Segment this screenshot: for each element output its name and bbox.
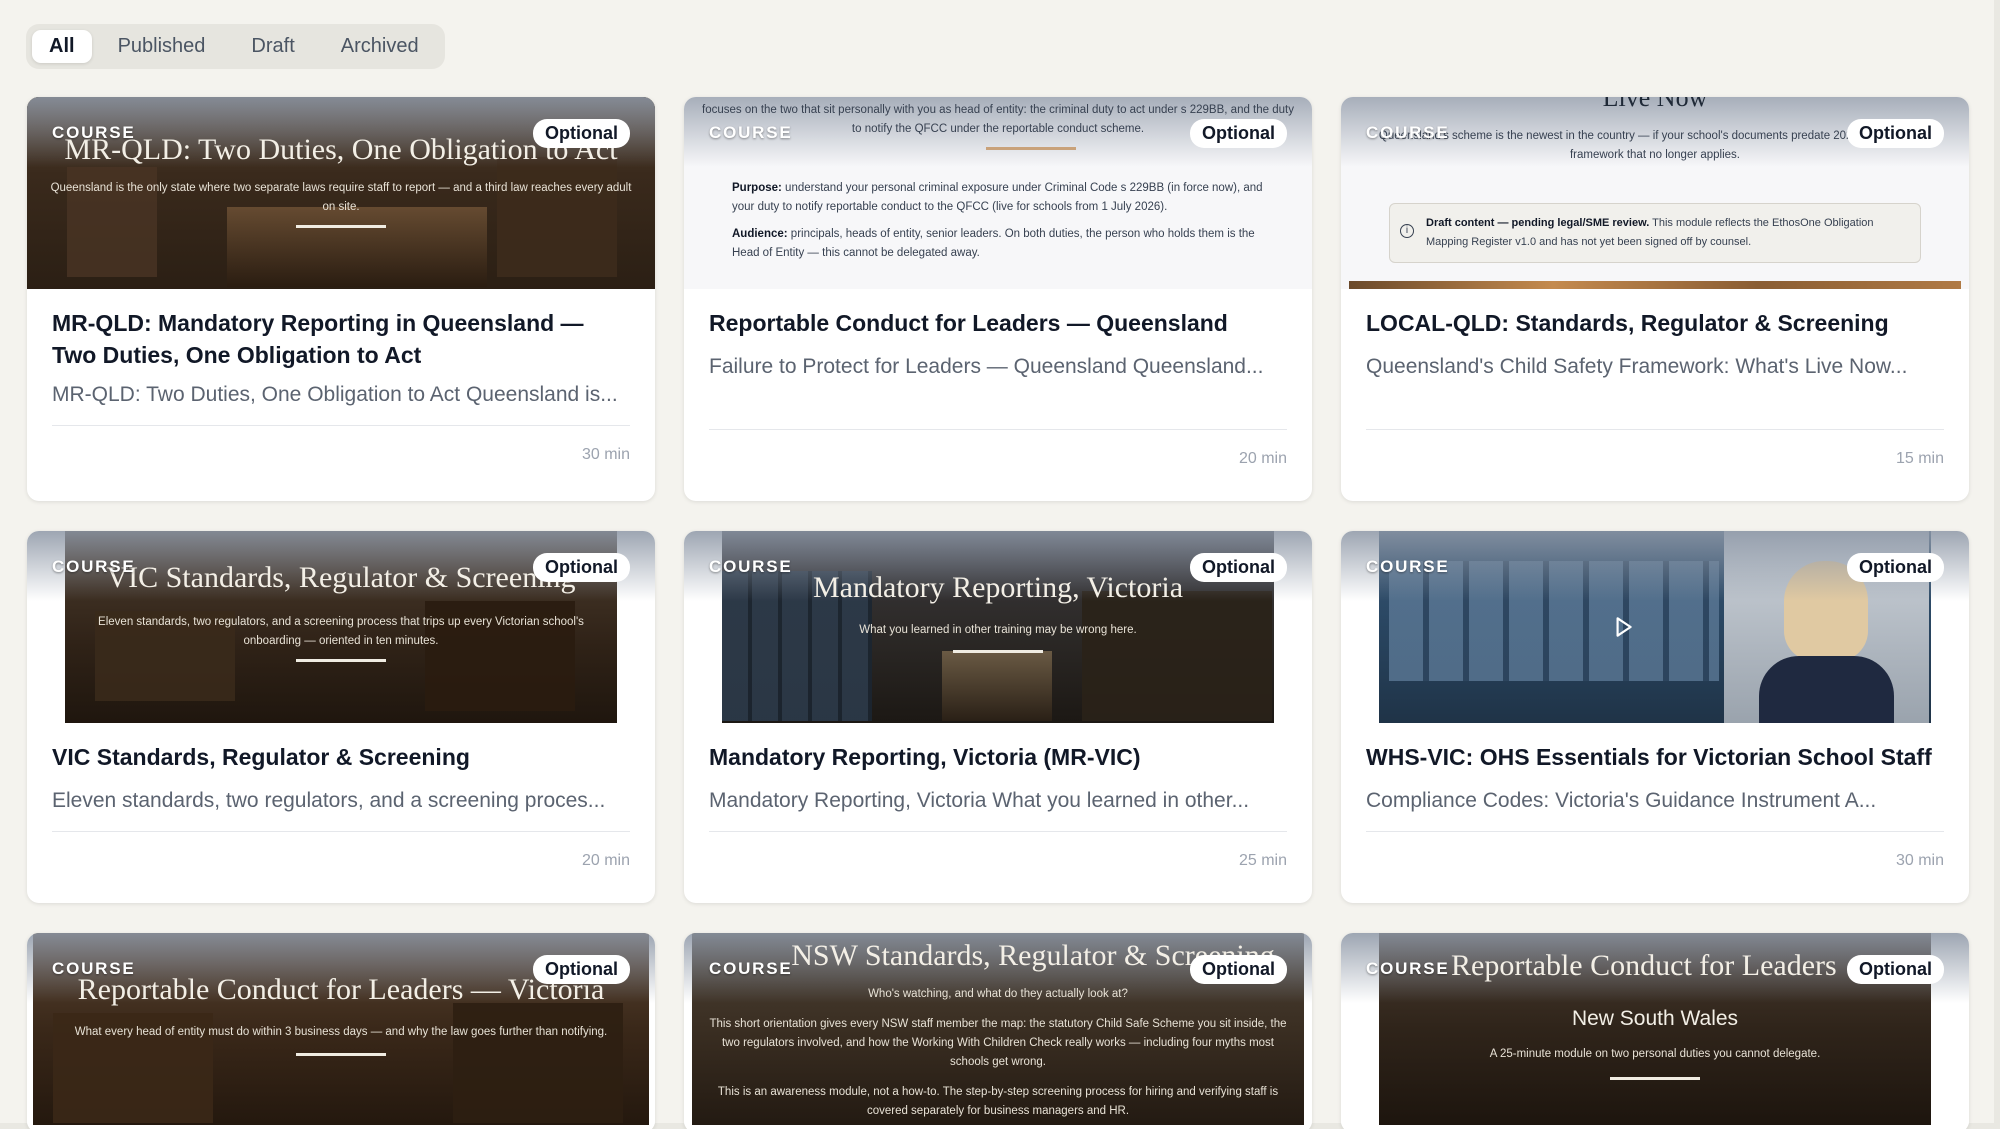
course-thumbnail: Live Now Queensland's scheme is the newe… <box>1341 97 1969 289</box>
course-type-label: COURSE <box>1366 557 1450 576</box>
card-divider <box>709 429 1287 430</box>
slide-subtitle: A 25-minute module on two personal dutie… <box>1489 1048 1821 1060</box>
course-thumbnail: MR-QLD: Two Duties, One Obligation to Ac… <box>27 97 655 289</box>
slide-subtitle: What you learned in other training may b… <box>859 624 1137 636</box>
course-duration: 30 min <box>1895 852 1944 869</box>
course-description: Compliance Codes: Victoria's Guidance In… <box>1366 789 1877 812</box>
course-duration: 15 min <box>1895 450 1944 467</box>
info-icon: i <box>1400 224 1414 238</box>
course-title[interactable]: VIC Standards, Regulator & Screening <box>52 741 630 773</box>
tab-draft[interactable]: Draft <box>231 30 314 63</box>
course-card[interactable]: COURSE Optional WHS-VIC: OHS Essentials … <box>1341 531 1969 903</box>
course-type-label: COURSE <box>709 123 793 142</box>
course-title[interactable]: Reportable Conduct for Leaders — Queensl… <box>709 307 1287 339</box>
course-thumbnail: VIC Standards, Regulator & Screening Ele… <box>27 531 655 723</box>
course-duration: 20 min <box>581 852 630 869</box>
course-type-label: COURSE <box>1366 123 1450 142</box>
slide-body-text: This is an awareness module, not a how-t… <box>717 1086 1279 1117</box>
course-card[interactable]: MR-QLD: Two Duties, One Obligation to Ac… <box>27 97 655 501</box>
course-card[interactable]: focuses on the two that sit personally w… <box>684 97 1312 501</box>
course-video-thumbnail[interactable]: COURSE Optional <box>1341 531 1969 723</box>
course-card[interactable]: NSW Standards, Regulator & Screening Who… <box>684 933 1312 1129</box>
tab-published[interactable]: Published <box>98 30 226 63</box>
course-description: MR-QLD: Two Duties, One Obligation to Ac… <box>52 383 618 406</box>
course-card[interactable]: Live Now Queensland's scheme is the newe… <box>1341 97 1969 501</box>
course-duration: 20 min <box>1238 450 1287 467</box>
course-card[interactable]: Reportable Conduct for Leaders — Victori… <box>27 933 655 1129</box>
optional-badge: Optional <box>1190 955 1287 984</box>
status-filter-tabs: All Published Draft Archived <box>26 24 445 69</box>
slide-subtitle: Who's watching, and what do they actuall… <box>868 988 1128 1000</box>
course-card[interactable]: Mandatory Reporting, Victoria What you l… <box>684 531 1312 903</box>
course-type-label: COURSE <box>1366 959 1450 978</box>
course-description: Queensland's Child Safety Framework: Wha… <box>1366 355 1908 378</box>
course-type-label: COURSE <box>52 123 136 142</box>
card-divider <box>1366 429 1944 430</box>
card-divider <box>52 425 630 426</box>
page-frame: All Published Draft Archived MR-QLD: Two… <box>0 0 2000 1129</box>
course-title[interactable]: Mandatory Reporting, Victoria (MR-VIC) <box>709 741 1287 773</box>
optional-badge: Optional <box>533 119 630 148</box>
course-thumbnail: Mandatory Reporting, Victoria What you l… <box>684 531 1312 723</box>
optional-badge: Optional <box>1190 553 1287 582</box>
slide-subtitle: Queensland is the only state where two s… <box>50 182 632 213</box>
doc-purpose: Purpose: understand your personal crimin… <box>732 182 1263 213</box>
optional-badge: Optional <box>533 553 630 582</box>
card-divider <box>1366 831 1944 832</box>
course-type-label: COURSE <box>709 557 793 576</box>
play-video-button[interactable] <box>1603 607 1643 647</box>
slide-title-line-2: New South Wales <box>1571 1007 1739 1030</box>
optional-badge: Optional <box>1847 955 1944 984</box>
optional-badge: Optional <box>533 955 630 984</box>
draft-notice: i Draft content — pending legal/SME revi… <box>1389 203 1921 263</box>
card-divider <box>709 831 1287 832</box>
optional-badge: Optional <box>1847 119 1944 148</box>
tab-all[interactable]: All <box>32 30 92 63</box>
course-thumbnail: focuses on the two that sit personally w… <box>684 97 1312 289</box>
course-duration: 25 min <box>1238 852 1287 869</box>
course-thumbnail: Reportable Conduct for Leaders New South… <box>1341 933 1969 1125</box>
card-divider <box>52 831 630 832</box>
optional-badge: Optional <box>1847 553 1944 582</box>
course-description: Eleven standards, two regulators, and a … <box>52 789 606 812</box>
course-description: Mandatory Reporting, Victoria What you l… <box>709 789 1250 812</box>
tab-archived[interactable]: Archived <box>321 30 439 63</box>
course-title[interactable]: WHS-VIC: OHS Essentials for Victorian Sc… <box>1366 741 1944 773</box>
course-thumbnail: NSW Standards, Regulator & Screening Who… <box>684 933 1312 1125</box>
course-description: Failure to Protect for Leaders — Queensl… <box>709 355 1264 378</box>
slide-body-text: This short orientation gives every NSW s… <box>709 1018 1287 1068</box>
course-title[interactable]: LOCAL-QLD: Standards, Regulator & Screen… <box>1366 307 1944 339</box>
slide-subtitle: Eleven standards, two regulators, and a … <box>98 616 584 647</box>
course-title[interactable]: MR-QLD: Mandatory Reporting in Queenslan… <box>52 307 630 371</box>
course-thumbnail: Reportable Conduct for Leaders — Victori… <box>27 933 655 1125</box>
slide-title: Live Now <box>1602 97 1708 112</box>
slide-subtitle: What every head of entity must do within… <box>74 1026 608 1038</box>
course-type-label: COURSE <box>709 959 793 978</box>
doc-audience: Audience: principals, heads of entity, s… <box>732 228 1255 259</box>
course-type-label: COURSE <box>52 959 136 978</box>
optional-badge: Optional <box>1190 119 1287 148</box>
course-type-label: COURSE <box>52 557 136 576</box>
course-card[interactable]: Reportable Conduct for Leaders New South… <box>1341 933 1969 1129</box>
course-duration: 30 min <box>581 446 630 463</box>
course-card[interactable]: VIC Standards, Regulator & Screening Ele… <box>27 531 655 903</box>
play-icon <box>1616 617 1632 637</box>
